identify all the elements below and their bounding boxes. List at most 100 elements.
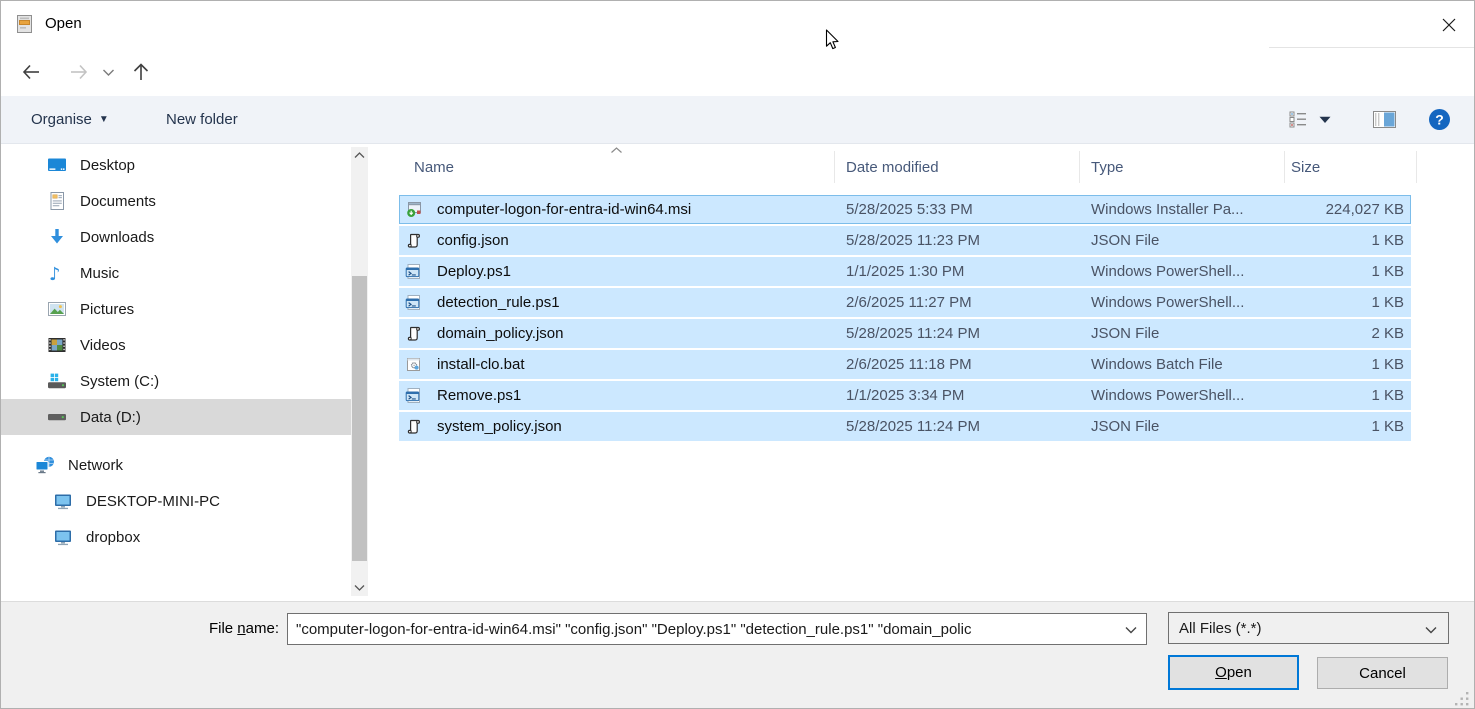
chevron-down-icon[interactable] [1125, 626, 1137, 634]
back-button[interactable] [17, 58, 45, 86]
recent-locations-button[interactable] [98, 58, 118, 86]
up-button[interactable] [127, 58, 155, 86]
sidebar-item-downloads[interactable]: Downloads [1, 219, 351, 255]
json-file-icon [405, 418, 422, 435]
documents-icon [47, 191, 67, 211]
bat-file-icon: ⚙ [405, 356, 422, 373]
column-header-type[interactable]: Type [1091, 148, 1124, 186]
file-row[interactable]: computer-logon-for-entra-id-win64.msi5/2… [399, 195, 1411, 224]
file-name-label: File name: [1, 613, 279, 644]
new-folder-label: New folder [166, 111, 238, 128]
sidebar-item-label: Pictures [80, 301, 134, 318]
preview-pane-button[interactable] [1373, 96, 1396, 143]
column-header-name[interactable]: Name [414, 148, 454, 186]
file-date-modified: 1/1/2025 3:34 PM [846, 381, 964, 410]
scroll-down-icon[interactable] [351, 579, 368, 596]
file-name: detection_rule.ps1 [437, 288, 560, 317]
file-name-input[interactable] [288, 614, 1124, 644]
sidebar-scrollbar[interactable] [351, 147, 368, 596]
column-divider[interactable] [834, 151, 835, 183]
drive-data-icon [47, 407, 67, 427]
help-icon: ? [1428, 108, 1451, 131]
close-icon [1439, 15, 1459, 35]
file-type: Windows PowerShell... [1091, 381, 1244, 410]
caret-down-icon: ▼ [99, 114, 109, 125]
file-date-modified: 2/6/2025 11:27 PM [846, 288, 972, 317]
file-size: 1 KB [1371, 257, 1404, 286]
column-headers: Name Date modified Type Size [369, 148, 1475, 186]
file-size: 1 KB [1371, 350, 1404, 379]
file-date-modified: 5/28/2025 5:33 PM [846, 195, 973, 224]
file-type: JSON File [1091, 319, 1159, 348]
file-type-dropdown[interactable]: All Files (*.*) [1168, 612, 1449, 644]
close-button[interactable] [1436, 13, 1462, 37]
file-name: domain_policy.json [437, 319, 563, 348]
column-header-date-modified[interactable]: Date modified [846, 148, 939, 186]
file-row[interactable]: Deploy.ps11/1/2025 1:30 PMWindows PowerS… [399, 257, 1411, 286]
svg-text:♪: ♪ [49, 264, 61, 283]
sidebar-item-label: Downloads [80, 229, 154, 246]
file-type: Windows PowerShell... [1091, 288, 1244, 317]
organise-button[interactable]: Organise ▼ [31, 96, 109, 143]
change-view-button[interactable] [1289, 96, 1308, 143]
sidebar-item-videos[interactable]: Videos [1, 327, 351, 363]
back-arrow-icon [19, 60, 43, 84]
sidebar-item-label: dropbox [86, 529, 140, 546]
file-name: system_policy.json [437, 412, 562, 441]
column-header-size[interactable]: Size [1291, 148, 1320, 186]
column-divider[interactable] [1416, 151, 1417, 183]
file-size: 2 KB [1371, 319, 1404, 348]
json-file-icon [405, 232, 422, 249]
scrollbar-thumb[interactable] [352, 276, 367, 561]
file-row[interactable]: domain_policy.json5/28/2025 11:24 PMJSON… [399, 319, 1411, 348]
sidebar-item-desktop-mini-pc[interactable]: DESKTOP-MINI-PC [1, 483, 351, 519]
column-divider[interactable] [1284, 151, 1285, 183]
sidebar-item-documents[interactable]: Documents [1, 183, 351, 219]
sidebar-item-network[interactable]: Network [1, 447, 351, 483]
resize-grip[interactable] [1455, 692, 1470, 707]
file-row[interactable]: ⚙install-clo.bat2/6/2025 11:18 PMWindows… [399, 350, 1411, 379]
sidebar-item-label: Documents [80, 193, 156, 210]
network-icon [35, 455, 55, 475]
file-row[interactable]: config.json5/28/2025 11:23 PMJSON File1 … [399, 226, 1411, 255]
file-row[interactable]: detection_rule.ps1 2/6/2025 11:27 PM Windo… [399, 288, 1411, 317]
navigation-row: This PC›Data (D:)›Software›CLO›Custom Pa… [1, 48, 1474, 96]
up-arrow-icon [129, 60, 153, 84]
new-folder-button[interactable]: New folder [166, 96, 238, 143]
cancel-button[interactable]: Cancel [1317, 657, 1448, 689]
sidebar-item-label: Music [80, 265, 119, 282]
sidebar-item-dropbox[interactable]: dropbox [1, 519, 351, 555]
details-view-icon [1289, 111, 1308, 128]
msi-file-icon [405, 201, 422, 218]
ps1-file-icon [405, 263, 422, 280]
sidebar-item-music[interactable]: ♪ Music [1, 255, 351, 291]
file-date-modified: 1/1/2025 1:30 PM [846, 257, 964, 286]
chevron-down-icon [102, 68, 115, 77]
caret-down-icon [1319, 116, 1331, 124]
file-row[interactable]: system_policy.json5/28/2025 11:24 PMJSON… [399, 412, 1411, 441]
file-name-combobox [287, 613, 1147, 645]
desktop-icon [47, 155, 67, 175]
help-button[interactable]: ? [1428, 96, 1451, 143]
file-size: 1 KB [1371, 381, 1404, 410]
view-options-button[interactable] [1319, 96, 1331, 143]
organise-label: Organise [31, 111, 92, 128]
sidebar: Desktop Documents Downloads ♪ Music Pictures V… [1, 147, 351, 555]
scroll-up-icon[interactable] [351, 147, 368, 164]
file-row[interactable]: Remove.ps11/1/2025 3:34 PMWindows PowerS… [399, 381, 1411, 410]
sidebar-item-desktop[interactable]: Desktop [1, 147, 351, 183]
sidebar-item-data-d-[interactable]: Data (D:) [1, 399, 351, 435]
dialog-icon [15, 14, 35, 34]
sidebar-item-system-c-[interactable]: System (C:) [1, 363, 351, 399]
file-size: 1 KB [1371, 288, 1404, 317]
forward-button[interactable] [65, 58, 93, 86]
sidebar-item-pictures[interactable]: Pictures [1, 291, 351, 327]
open-button[interactable]: Open [1168, 655, 1299, 690]
drive-system-icon [47, 371, 67, 391]
sort-ascending-icon [610, 147, 623, 154]
pictures-icon [47, 299, 67, 319]
footer-panel: File name: All Files (*.*) Open Cancel [1, 601, 1474, 709]
column-divider[interactable] [1079, 151, 1080, 183]
ps1-file-icon [405, 294, 422, 311]
sidebar-item-label: Data (D:) [80, 409, 141, 426]
